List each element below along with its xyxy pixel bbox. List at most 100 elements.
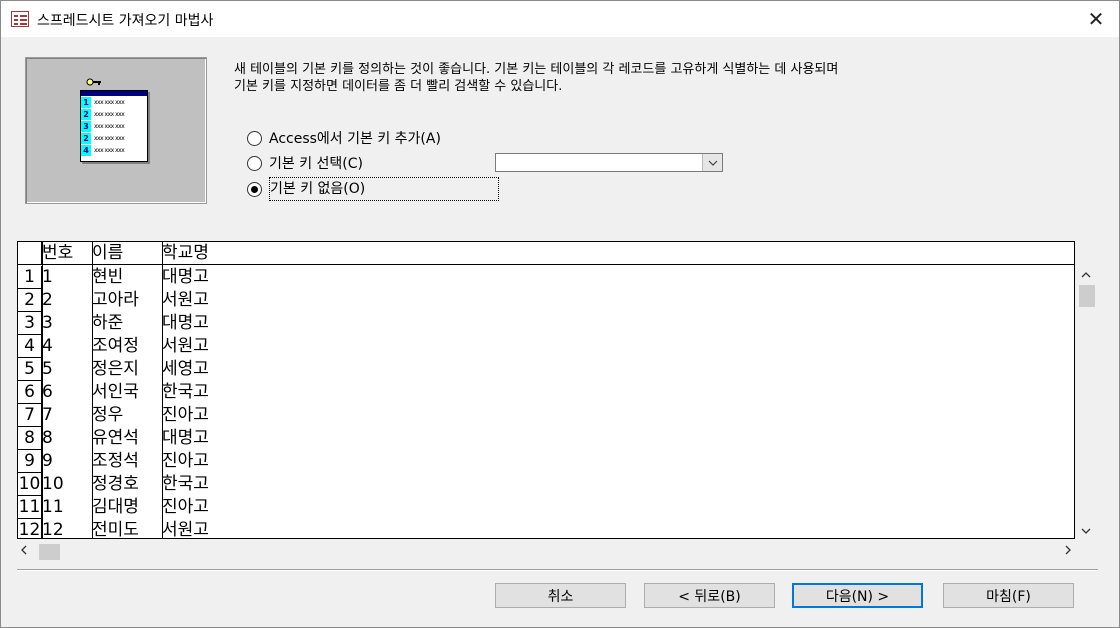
cell-school: 한국고 [162, 474, 209, 494]
row-selector[interactable]: 11 [18, 496, 42, 519]
row-selector[interactable]: 5 [18, 358, 42, 381]
table-row[interactable]: 5 5 정은지 세영고 [18, 358, 224, 381]
option-choose-key[interactable]: 기본 키 선택(C) [247, 153, 363, 173]
finish-button[interactable]: 마침(F) [943, 583, 1074, 608]
table-row[interactable]: 2 2 고아라 서원고 [18, 289, 224, 312]
cell-no: 4 [42, 336, 53, 356]
scroll-up-icon[interactable] [1081, 267, 1091, 281]
column-header-name[interactable]: 이름 [92, 242, 162, 265]
description-line-1: 새 테이블의 기본 키를 정의하는 것이 좋습니다. 기본 키는 테이블의 각 … [234, 62, 839, 77]
grid-header: 번호 이름 학교명 [18, 242, 1074, 265]
cell-name: 정경호 [92, 474, 139, 494]
horizontal-scroll-thumb[interactable] [39, 544, 60, 560]
cell-school: 진아고 [162, 451, 209, 471]
cell-school: 진아고 [162, 405, 209, 425]
primary-key-illustration: 1 xxx xxx xxx 2 xxx xxx xxx 3 xxx xxx xxx 2… [25, 57, 207, 204]
cell-name: 조정석 [92, 451, 139, 471]
chevron-down-icon[interactable] [702, 154, 722, 171]
table-row[interactable]: 3 3 하준 대명고 [18, 312, 224, 335]
row-selector[interactable]: 10 [18, 473, 42, 496]
cell-no: 9 [42, 451, 53, 471]
cell-name: 하준 [92, 313, 124, 333]
cell-name: 유연석 [92, 428, 139, 448]
table-row[interactable]: 11 11 김대명 진아고 [18, 496, 224, 519]
table-row[interactable]: 6 6 서인국 한국고 [18, 381, 224, 404]
cell-name: 김대명 [92, 497, 139, 517]
table-row[interactable]: 9 9 조정석 진아고 [18, 450, 224, 473]
cell-school: 세영고 [162, 359, 209, 379]
close-button[interactable]: ✕ [1073, 1, 1119, 37]
vertical-scroll-thumb[interactable] [1079, 285, 1095, 307]
cell-school: 서원고 [162, 290, 209, 310]
table-row[interactable]: 1 1 현빈 대명고 [18, 266, 224, 289]
cell-no: 8 [42, 428, 53, 448]
table-icon: 1 xxx xxx xxx 2 xxx xxx xxx 3 xxx xxx xxx 2… [80, 90, 148, 162]
cell-school: 서원고 [162, 336, 209, 356]
row-selector[interactable]: 8 [18, 427, 42, 450]
choose-key-label: 기본 키 선택(C) [269, 156, 363, 172]
cell-name: 서인국 [92, 382, 139, 402]
cell-name: 정우 [92, 405, 124, 425]
no-key-radio[interactable] [247, 181, 262, 197]
cell-school: 진아고 [162, 497, 209, 517]
access-app-icon [11, 11, 29, 27]
cell-name: 전미도 [92, 520, 139, 539]
table-row[interactable]: 7 7 정우 진아고 [18, 404, 224, 427]
table-row[interactable]: 12 12 전미도 서원고 [18, 519, 224, 539]
row-selector[interactable]: 1 [18, 266, 42, 289]
cancel-button[interactable]: 취소 [495, 583, 626, 608]
cell-no: 5 [42, 359, 53, 379]
cell-name: 정은지 [92, 359, 139, 379]
add-key-radio[interactable] [247, 130, 262, 146]
cell-no: 11 [42, 497, 64, 517]
option-no-key[interactable]: 기본 키 없음(O) [247, 177, 499, 201]
back-button[interactable]: < 뒤로(B) [644, 583, 775, 608]
vertical-scrollbar[interactable] [1075, 265, 1099, 539]
cell-school: 한국고 [162, 382, 209, 402]
cell-name: 조여정 [92, 336, 139, 356]
cell-no: 12 [42, 520, 64, 539]
description-text: 새 테이블의 기본 키를 정의하는 것이 좋습니다. 기본 키는 테이블의 각 … [234, 61, 1034, 95]
table-row[interactable]: 8 8 유연석 대명고 [18, 427, 224, 450]
cell-name: 고아라 [92, 290, 139, 310]
horizontal-scrollbar[interactable] [17, 542, 1075, 562]
grid-body: 1 1 현빈 대명고 2 2 고아라 서원고 3 3 하준 대명고 4 4 조여정 서원고 5 5 정은지 세영고 6 6… [18, 266, 224, 539]
column-header-school[interactable]: 학교명 [162, 242, 224, 265]
row-selector[interactable]: 6 [18, 381, 42, 404]
window-title: 스프레드시트 가져오기 마법사 [37, 13, 214, 29]
cell-school: 대명고 [162, 267, 209, 287]
scroll-right-icon[interactable] [1065, 543, 1071, 559]
cell-no: 7 [42, 405, 53, 425]
data-preview-grid[interactable]: 번호 이름 학교명 1 1 현빈 대명고 2 2 고아라 서원고 3 3 하준 대명고 4 4 조여정 서원고… [17, 241, 1075, 539]
choose-key-radio[interactable] [247, 155, 262, 171]
cell-school: 대명고 [162, 428, 209, 448]
cell-no: 10 [42, 474, 64, 494]
add-key-label: Access에서 기본 키 추가(A) [269, 131, 441, 147]
scroll-left-icon[interactable] [21, 543, 27, 559]
row-selector[interactable]: 2 [18, 289, 42, 312]
primary-key-dropdown[interactable] [495, 153, 723, 172]
scroll-down-icon[interactable] [1081, 523, 1091, 537]
row-selector[interactable]: 7 [18, 404, 42, 427]
title-bar: 스프레드시트 가져오기 마법사 ✕ [1, 1, 1119, 37]
cell-no: 1 [42, 267, 53, 287]
cell-school: 서원고 [162, 520, 209, 539]
cell-school: 대명고 [162, 313, 209, 333]
cell-name: 현빈 [92, 267, 124, 287]
row-selector[interactable]: 9 [18, 450, 42, 473]
row-selector[interactable]: 4 [18, 335, 42, 358]
row-selector[interactable]: 3 [18, 312, 42, 335]
grid-header-corner [18, 242, 42, 265]
table-row[interactable]: 10 10 정경호 한국고 [18, 473, 224, 496]
no-key-label: 기본 키 없음(O) [269, 177, 499, 201]
cell-no: 2 [42, 290, 53, 310]
row-selector[interactable]: 12 [18, 519, 42, 538]
key-icon [86, 78, 101, 86]
next-button[interactable]: 다음(N) > [792, 583, 923, 608]
table-row[interactable]: 4 4 조여정 서원고 [18, 335, 224, 358]
spreadsheet-import-wizard-window: 스프레드시트 가져오기 마법사 ✕ 1 xxx xxx xxx 2 xxx xxx … [0, 0, 1120, 628]
cell-no: 3 [42, 313, 53, 333]
column-header-no[interactable]: 번호 [42, 242, 92, 265]
description-line-2: 기본 키를 지정하면 데이터를 좀 더 빨리 검색할 수 있습니다. [234, 79, 563, 94]
option-add-key[interactable]: Access에서 기본 키 추가(A) [247, 128, 441, 148]
